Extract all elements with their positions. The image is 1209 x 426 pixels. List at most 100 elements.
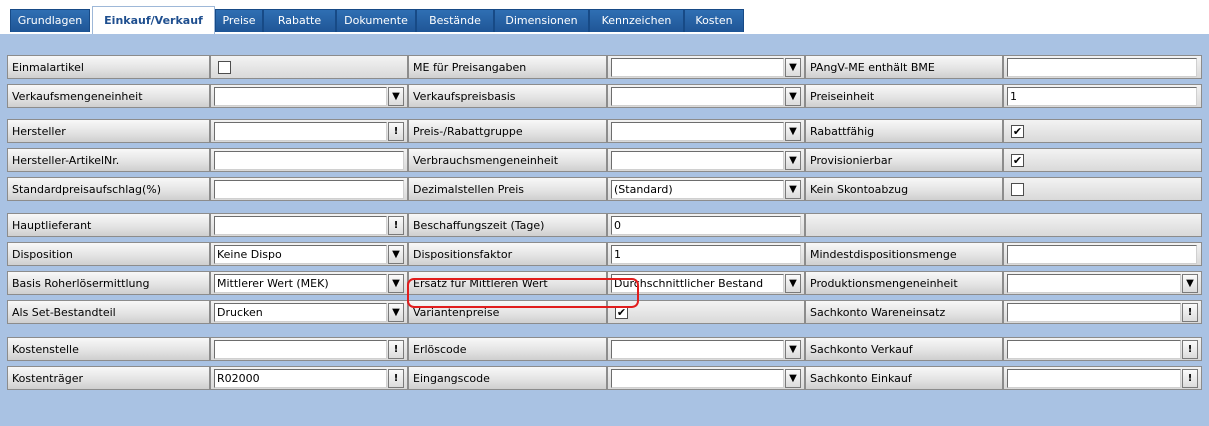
field-value-cell: Drucken ▼ — [210, 300, 408, 324]
field-value-cell: 1 — [1003, 84, 1202, 108]
form-row: Hauptlieferant ! Beschaffungszeit (Tage)… — [7, 213, 1202, 237]
field-label: Hauptlieferant — [7, 213, 210, 237]
chevron-down-icon[interactable]: ▼ — [785, 58, 801, 77]
field-label: Kein Skontoabzug — [805, 177, 1003, 201]
verkaufsmengeneinheit-select[interactable] — [214, 87, 387, 106]
beschaffungszeit-input[interactable]: 0 — [611, 216, 801, 235]
kostenstelle-input[interactable] — [214, 340, 387, 359]
standardpreisaufschlag-input[interactable] — [214, 180, 404, 199]
chevron-down-icon[interactable]: ▼ — [1182, 274, 1198, 293]
field-value-cell: ▼ — [607, 337, 805, 361]
field-value-cell: ▼ — [607, 84, 805, 108]
chevron-down-icon[interactable]: ▼ — [785, 274, 801, 293]
lookup-icon[interactable]: ! — [1182, 369, 1198, 388]
tab-bestaende[interactable]: Bestände — [416, 9, 494, 32]
field-value-cell: 1 — [607, 242, 805, 266]
tab-rabatte[interactable]: Rabatte — [263, 9, 336, 32]
field-label: Kostenträger — [7, 366, 210, 390]
lookup-icon[interactable]: ! — [388, 369, 404, 388]
field-value-cell: ▼ — [607, 366, 805, 390]
field-label: Disposition — [7, 242, 210, 266]
hersteller-artikelnr-input[interactable] — [214, 151, 404, 170]
field-value-cell — [1003, 177, 1202, 201]
kein-skontoabzug-checkbox[interactable] — [1011, 183, 1024, 196]
field-label: Als Set-Bestandteil — [7, 300, 210, 324]
field-value-cell: ! — [210, 213, 408, 237]
field-value-cell — [210, 177, 408, 201]
field-label: Sachkonto Wareneinsatz — [805, 300, 1003, 324]
field-label: Sachkonto Einkauf — [805, 366, 1003, 390]
sachkonto-einkauf-input[interactable] — [1007, 369, 1181, 388]
chevron-down-icon[interactable]: ▼ — [388, 87, 404, 106]
form-row: Standardpreisaufschlag(%) Dezimalstellen… — [7, 177, 1202, 201]
highlight-annotation — [407, 278, 639, 308]
chevron-down-icon[interactable]: ▼ — [388, 303, 404, 322]
tab-kennzeichen[interactable]: Kennzeichen — [589, 9, 684, 32]
lookup-icon[interactable]: ! — [1182, 340, 1198, 359]
dezimalstellen-select[interactable]: (Standard) — [611, 180, 784, 199]
tab-einkauf-verkauf[interactable]: Einkauf/Verkauf — [92, 6, 215, 34]
chevron-down-icon[interactable]: ▼ — [785, 340, 801, 359]
erloescode-select[interactable] — [611, 340, 784, 359]
basis-roherloes-select[interactable]: Mittlerer Wert (MEK) — [214, 274, 387, 293]
field-value-cell: R02000 ! — [210, 366, 408, 390]
lookup-icon[interactable]: ! — [388, 122, 404, 141]
field-value-cell: ! — [1003, 337, 1202, 361]
tab-grundlagen[interactable]: Grundlagen — [10, 9, 90, 32]
lookup-icon[interactable]: ! — [1182, 303, 1198, 322]
disposition-select[interactable]: Keine Dispo — [214, 245, 387, 264]
hersteller-input[interactable] — [214, 122, 387, 141]
field-label: Einmalartikel — [7, 55, 210, 79]
hauptlieferant-input[interactable] — [214, 216, 387, 235]
eingangscode-select[interactable] — [611, 369, 784, 388]
field-value-cell — [1003, 55, 1202, 79]
field-label: Beschaffungszeit (Tage) — [408, 213, 607, 237]
verbrauchsmengeneinheit-select[interactable] — [611, 151, 784, 170]
lookup-icon[interactable]: ! — [388, 340, 404, 359]
field-label: Hersteller — [7, 119, 210, 143]
field-label: PAngV-ME enthält BME — [805, 55, 1003, 79]
field-label: Dispositionsfaktor — [408, 242, 607, 266]
chevron-down-icon[interactable]: ▼ — [785, 122, 801, 141]
field-label: Sachkonto Verkauf — [805, 337, 1003, 361]
form-row: Kostenstelle ! Erlöscode ▼ Sachkonto Ver… — [7, 337, 1202, 361]
field-value-cell: 0 — [607, 213, 805, 237]
form-row: Hersteller-ArtikelNr. Verbrauchsmengenei… — [7, 148, 1202, 172]
field-value-cell: ▼ — [607, 148, 805, 172]
einmalartikel-checkbox[interactable] — [218, 61, 231, 74]
chevron-down-icon[interactable]: ▼ — [785, 369, 801, 388]
sachkonto-verkauf-input[interactable] — [1007, 340, 1181, 359]
chevron-down-icon[interactable]: ▼ — [785, 151, 801, 170]
field-value-cell: ! — [1003, 366, 1202, 390]
pangv-input[interactable] — [1007, 58, 1197, 77]
empty-cell — [805, 213, 1202, 237]
provisionierbar-checkbox[interactable]: ✔ — [1011, 154, 1024, 167]
form-row: Einmalartikel ME für Preisangaben ▼ PAng… — [7, 55, 1202, 79]
chevron-down-icon[interactable]: ▼ — [785, 180, 801, 199]
verkaufspreisbasis-select[interactable] — [611, 87, 784, 106]
lookup-icon[interactable]: ! — [388, 216, 404, 235]
field-label: Kostenstelle — [7, 337, 210, 361]
tab-kosten[interactable]: Kosten — [684, 9, 744, 32]
chevron-down-icon[interactable]: ▼ — [388, 274, 404, 293]
preis-rabattgruppe-select[interactable] — [611, 122, 784, 141]
produktionsmengeneinheit-select[interactable] — [1007, 274, 1181, 293]
als-set-select[interactable]: Drucken — [214, 303, 387, 322]
rabattfaehig-checkbox[interactable]: ✔ — [1011, 125, 1024, 138]
chevron-down-icon[interactable]: ▼ — [785, 87, 801, 106]
tab-dokumente[interactable]: Dokumente — [336, 9, 416, 32]
field-value-cell: ▼ — [1003, 271, 1202, 295]
preiseinheit-input[interactable]: 1 — [1007, 87, 1197, 106]
tab-preise[interactable]: Preise — [215, 9, 263, 32]
tab-dimensionen[interactable]: Dimensionen — [494, 9, 589, 32]
me-preisangaben-select[interactable] — [611, 58, 784, 77]
form-row: Disposition Keine Dispo ▼ Dispositionsfa… — [7, 242, 1202, 266]
kostentraeger-input[interactable]: R02000 — [214, 369, 387, 388]
mindestdispositionsmenge-input[interactable] — [1007, 245, 1197, 264]
chevron-down-icon[interactable]: ▼ — [388, 245, 404, 264]
dispositionsfaktor-input[interactable]: 1 — [611, 245, 801, 264]
field-value-cell: ✔ — [1003, 148, 1202, 172]
field-label: Produktionsmengeneinheit — [805, 271, 1003, 295]
field-label: Verkaufsmengeneinheit — [7, 84, 210, 108]
sachkonto-wareneinsatz-input[interactable] — [1007, 303, 1181, 322]
